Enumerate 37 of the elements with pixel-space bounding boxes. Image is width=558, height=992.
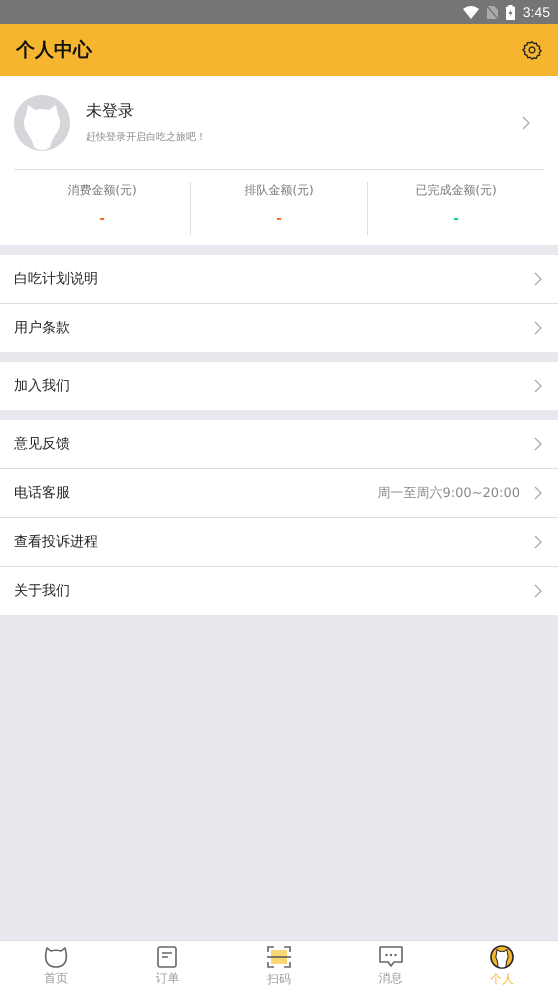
chevron-icon [534, 379, 542, 393]
service-hours: 周一至周六9:00~20:00 [377, 485, 520, 502]
settings-icon[interactable] [522, 40, 542, 60]
menu-item[interactable]: 关于我们 [0, 566, 558, 615]
stat-value: - [453, 211, 459, 227]
menu-item[interactable]: 加入我们 [0, 362, 558, 410]
chevron-icon [534, 535, 542, 549]
chat-bubble-icon [378, 946, 403, 968]
stat-value: - [99, 211, 105, 227]
login-prompt: 赶快登录开启白吃之旅吧！ [86, 130, 207, 144]
chevron-icon [534, 321, 542, 335]
avatar-icon [14, 94, 70, 150]
menu-item[interactable]: 意见反馈 [0, 420, 558, 468]
chevron-icon [534, 486, 542, 500]
chevron-icon [522, 116, 530, 130]
scan-icon [266, 945, 291, 969]
document-icon [157, 946, 178, 968]
chevron-icon [534, 437, 542, 451]
chevron-icon [534, 584, 542, 598]
login-status: 未登录 [86, 101, 135, 122]
menu-item[interactable]: 用户条款 [0, 303, 558, 352]
stat-label: 消费金额(元) [67, 182, 137, 199]
no-sim-icon [486, 6, 498, 18]
stat-label: 排队金额(元) [244, 182, 314, 199]
wifi-icon [462, 6, 479, 18]
chevron-icon [534, 272, 542, 286]
cat-avatar-icon [490, 945, 514, 969]
menu-item[interactable]: 白吃计划说明 [0, 255, 558, 303]
menu-item[interactable]: 查看投诉进程 [0, 517, 558, 566]
login-row[interactable]: 未登录 赶快登录开启白吃之旅吧！ [14, 76, 544, 170]
page-title: 个人中心 [16, 38, 92, 63]
clock-time: 3:45 [522, 4, 550, 20]
cat-head-icon [44, 946, 68, 968]
stat-value: - [276, 211, 282, 227]
stat-label: 已完成金额(元) [415, 182, 497, 199]
menu-item[interactable]: 电话客服 周一至周六9:00~20:00 [0, 468, 558, 517]
battery-icon [506, 4, 515, 20]
